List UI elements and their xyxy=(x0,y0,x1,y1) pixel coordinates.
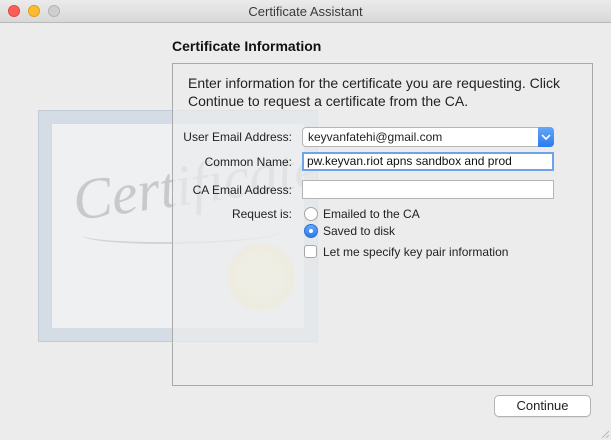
key-pair-label: Let me specify key pair information xyxy=(323,245,509,259)
ca-email-label: CA Email Address: xyxy=(192,183,292,197)
request-is-label: Request is: xyxy=(231,207,292,221)
user-email-popup[interactable]: keyvanfatehi@gmail.com xyxy=(302,127,554,147)
radio-button-icon[interactable] xyxy=(304,207,318,221)
ca-email-field[interactable] xyxy=(302,180,554,199)
checkbox-icon[interactable] xyxy=(304,245,317,258)
continue-button[interactable]: Continue xyxy=(494,395,591,417)
radio-emailed-label: Emailed to the CA xyxy=(323,207,420,221)
user-email-value: keyvanfatehi@gmail.com xyxy=(308,130,443,144)
window-title: Certificate Assistant xyxy=(248,4,363,19)
popup-arrows-icon[interactable] xyxy=(538,127,554,147)
title-bar[interactable]: Certificate Assistant xyxy=(0,0,611,23)
certificate-assistant-window: Certificate Assistant Certificate Certif… xyxy=(0,0,611,440)
section-title: Certificate Information xyxy=(172,38,322,54)
intro-text: Enter information for the certificate yo… xyxy=(188,75,560,109)
common-name-label: Common Name: xyxy=(204,155,292,169)
certificate-info-panel: Enter information for the certificate yo… xyxy=(172,63,593,386)
resize-grip-icon[interactable] xyxy=(601,430,609,438)
radio-saved-label: Saved to disk xyxy=(323,224,396,238)
radio-button-selected-icon[interactable] xyxy=(304,224,318,238)
user-email-label: User Email Address: xyxy=(183,130,292,144)
common-name-field[interactable]: pw.keyvan.riot apns sandbox and prod xyxy=(302,152,554,171)
